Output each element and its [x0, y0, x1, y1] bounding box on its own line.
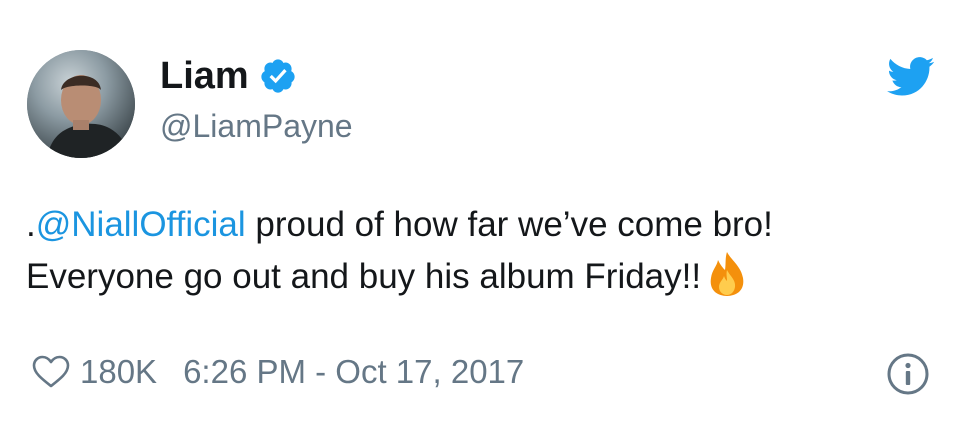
twitter-bird-icon[interactable]	[887, 57, 935, 97]
tweet-line-2: Everyone go out and buy his album Friday…	[26, 250, 946, 302]
tweet-line-1-text: proud of how far we’ve come bro!	[245, 205, 773, 244]
user-name-row: Liam	[160, 52, 297, 100]
verified-badge-icon	[259, 57, 297, 95]
tweet-text: .@NiallOfficial proud of how far we’ve c…	[26, 200, 946, 302]
fire-icon	[705, 250, 749, 298]
mention-link[interactable]: @NiallOfficial	[36, 205, 246, 244]
avatar-image	[27, 50, 135, 158]
heart-icon[interactable]	[32, 355, 70, 389]
like-count: 180K	[80, 353, 158, 390]
tweet-line-1: .@NiallOfficial proud of how far we’ve c…	[26, 200, 946, 250]
tweet-card: Liam @LiamPayne .@NiallOfficial proud of…	[0, 0, 966, 432]
tweet-line-2-text: Everyone go out and buy his album Friday…	[26, 257, 702, 296]
tweet-meta: 180K 6:26 PM - Oct 17, 2017	[32, 350, 524, 394]
info-icon[interactable]	[886, 352, 930, 396]
avatar[interactable]	[27, 50, 135, 158]
user-handle[interactable]: @LiamPayne	[160, 104, 353, 148]
display-name[interactable]: Liam	[160, 52, 249, 100]
timestamp[interactable]: 6:26 PM - Oct 17, 2017	[183, 350, 524, 394]
text-prefix: .	[26, 205, 36, 244]
